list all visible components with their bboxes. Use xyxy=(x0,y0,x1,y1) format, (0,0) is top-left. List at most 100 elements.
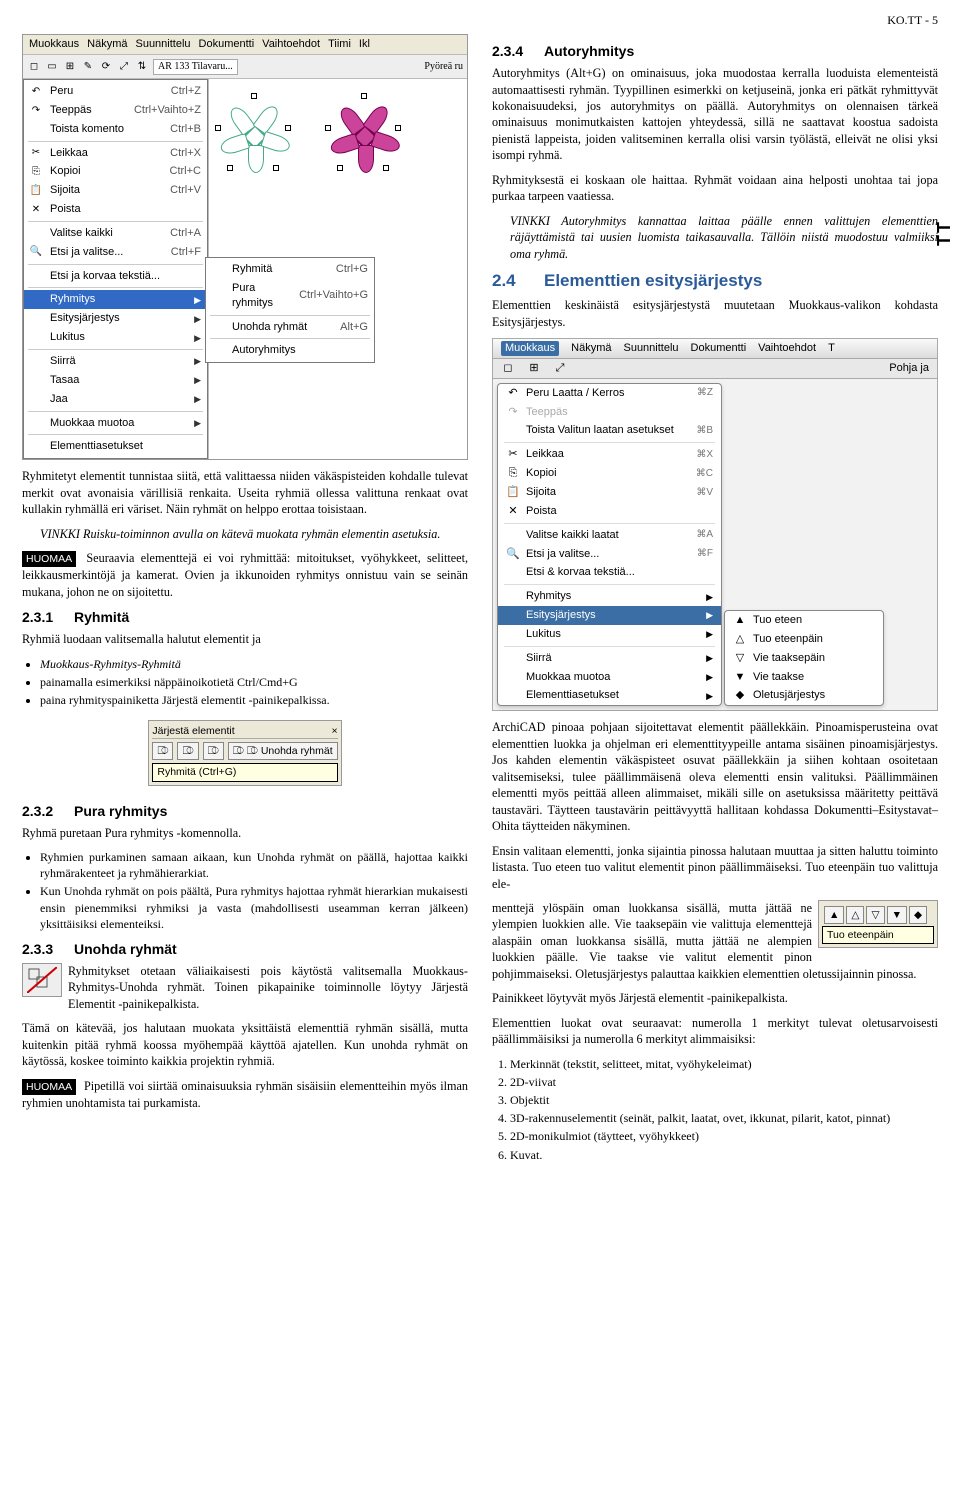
menubar-item[interactable]: Vaihtoehdot xyxy=(758,341,816,356)
menu-item[interactable]: Pura ryhmitysCtrl+Vaihto+G xyxy=(206,279,374,313)
menu-item[interactable]: Etsi & korvaa tekstiä... xyxy=(498,563,721,582)
menubar-item[interactable]: Tiimi xyxy=(328,37,351,52)
order-btn-back[interactable]: ▼ xyxy=(887,906,907,924)
menu-item[interactable]: ✂Leikkaa⌘X xyxy=(498,445,721,464)
order-btn-backward[interactable]: ▽ xyxy=(866,906,884,924)
figure-mac-menu: Muokkaus Näkymä Suunnittelu Dokumentti V… xyxy=(492,338,938,711)
menu-item[interactable]: Muokkaa muotoa▶ xyxy=(24,414,207,433)
menu-item[interactable]: 🔍Etsi ja valitse...⌘F xyxy=(498,545,721,564)
fig-order-palette: ▲ △ ▽ ▼ ◆ Tuo eteenpäin xyxy=(818,900,938,948)
menu-item[interactable]: ↷Teeppäs xyxy=(498,403,721,422)
menu-item[interactable]: ↶Peru Laatta / Kerros⌘Z xyxy=(498,384,721,403)
toolbar-chip[interactable]: AR 133 Tilavaru... xyxy=(153,59,238,75)
menu-item[interactable]: Siirrä▶ xyxy=(24,352,207,371)
menu-item[interactable]: ✕Poista xyxy=(498,502,721,521)
menu-item-icon xyxy=(210,320,226,334)
menu-item-label: Valitse kaikki xyxy=(50,226,164,241)
menu-item[interactable]: ✕Poista xyxy=(24,200,207,219)
menu-item[interactable]: Etsi ja korvaa tekstiä... xyxy=(24,267,207,286)
palette-btn[interactable]: ⎄ xyxy=(177,742,198,760)
menu-item[interactable]: Siirrä▶ xyxy=(498,649,721,668)
palette-btn[interactable]: ⎄ xyxy=(152,742,173,760)
toolbar-icon[interactable]: ◻ xyxy=(27,60,41,74)
toolbar-icon[interactable]: ✎ xyxy=(81,60,95,74)
toolbar-icon[interactable]: ⇅ xyxy=(135,60,149,74)
menu-item[interactable]: Tasaa▶ xyxy=(24,371,207,390)
toolbar-icon[interactable]: ⤢ xyxy=(553,361,567,376)
menubar-item[interactable]: T xyxy=(828,341,835,356)
toolbar-icon[interactable]: ⊞ xyxy=(527,361,541,376)
menubar-item[interactable]: Vaihtoehdot xyxy=(262,37,320,52)
menu-item[interactable]: Unohda ryhmätAlt+G xyxy=(206,318,374,337)
menubar-item[interactable]: Näkymä xyxy=(87,37,127,52)
menu-item[interactable]: ↷TeeppäsCtrl+Vaihto+Z xyxy=(24,101,207,120)
menu-item[interactable]: ⎘Kopioi⌘C xyxy=(498,464,721,483)
menubar-item[interactable]: Ikl xyxy=(359,37,370,52)
menu-separator xyxy=(210,315,370,316)
palette-btn[interactable]: ⎄ ⎄ Unohda ryhmät xyxy=(228,742,338,760)
submenu-item[interactable]: ▼Vie taakse xyxy=(725,668,883,687)
menu-item[interactable]: Elementtiasetukset xyxy=(24,437,207,456)
menu-item[interactable]: ⎘KopioiCtrl+C xyxy=(24,162,207,181)
submenu-item-icon: ▲ xyxy=(733,613,747,628)
menubar-item[interactable]: Suunnittelu xyxy=(623,341,678,356)
menu-item[interactable]: ✂LeikkaaCtrl+X xyxy=(24,144,207,163)
toolbar-icon[interactable]: ⊞ xyxy=(63,60,77,74)
list-item: 2D-monikulmiot (täytteet, vyöhykkeet) xyxy=(510,1128,938,1144)
order-btn-front[interactable]: ▲ xyxy=(824,906,844,924)
menu-separator xyxy=(504,523,715,524)
menubar-item[interactable]: Dokumentti xyxy=(691,341,747,356)
menu-item[interactable]: 🔍Etsi ja valitse...Ctrl+F xyxy=(24,243,207,262)
palette-btn[interactable]: ⎄ xyxy=(203,742,224,760)
menu-item-label: Tasaa xyxy=(50,373,182,388)
side-tab: TT xyxy=(932,220,956,246)
menu-item[interactable]: 📋Sijoita⌘V xyxy=(498,483,721,502)
order-btn-default[interactable]: ◆ xyxy=(909,906,927,924)
menu-item[interactable]: Ryhmitys▶ xyxy=(24,290,207,309)
submenu-item[interactable]: ▲Tuo eteen xyxy=(725,611,883,630)
toolbar-icon[interactable]: ⤢ xyxy=(117,60,131,74)
close-icon[interactable]: × xyxy=(331,724,337,738)
menu-item[interactable]: Ryhmitys ▶ xyxy=(498,587,721,606)
menu-item[interactable]: Toista komentoCtrl+B xyxy=(24,120,207,139)
menu-item[interactable]: Autoryhmitys xyxy=(206,341,374,360)
submenu-item[interactable]: △Tuo eteenpäin xyxy=(725,630,883,649)
submenu-item[interactable]: ▽Vie taaksepäin xyxy=(725,649,883,668)
menu-item[interactable]: Valitse kaikki laatat⌘A xyxy=(498,526,721,545)
menubar-item[interactable]: Suunnittelu xyxy=(135,37,190,52)
menubar-item[interactable]: Muokkaus xyxy=(501,341,559,356)
list-item: paina ryhmityspainiketta Järjestä elemen… xyxy=(40,692,468,708)
toolbar-icon[interactable]: ▭ xyxy=(45,60,59,74)
menu-item[interactable]: Lukitus▶ xyxy=(24,328,207,347)
toolbar-icon[interactable]: ⟳ xyxy=(99,60,113,74)
menu-item-label: Pura ryhmitys xyxy=(232,281,293,311)
menu-item[interactable]: 📋SijoitaCtrl+V xyxy=(24,181,207,200)
submenu-item[interactable]: ◆Oletusjärjestys xyxy=(725,686,883,705)
list-item: painamalla esimerkiksi näppäinoikotietä … xyxy=(40,674,468,690)
menu-item[interactable]: Toista Valitun laatan asetukset⌘B xyxy=(498,421,721,440)
menu-item-label: Siirrä xyxy=(50,354,182,369)
order-btn-forward[interactable]: △ xyxy=(846,906,864,924)
menubar-item[interactable]: Muokkaus xyxy=(29,37,79,52)
menu-item-label: Ryhmitys xyxy=(50,292,182,307)
menu-item[interactable]: Esitysjärjestys▶ xyxy=(498,606,721,625)
menu-item[interactable]: Esitysjärjestys▶ xyxy=(24,309,207,328)
menu-item-label: Etsi ja valitse... xyxy=(526,547,691,562)
menu-item[interactable]: ↶PeruCtrl+Z xyxy=(24,82,207,101)
menubar-item[interactable]: Dokumentti xyxy=(199,37,255,52)
menu-item[interactable]: Muokkaa muotoa▶ xyxy=(498,668,721,687)
para-order-1: Ensin valitaan elementti, jonka sijainti… xyxy=(492,843,938,892)
menubar-item[interactable]: Näkymä xyxy=(571,341,611,356)
menu-item-accel: Ctrl+V xyxy=(170,183,201,198)
menu-item[interactable]: RyhmitäCtrl+G xyxy=(206,260,374,279)
submenu-arrow-icon: ▶ xyxy=(706,591,713,603)
menu-item[interactable]: Valitse kaikkiCtrl+A xyxy=(24,224,207,243)
menu-item[interactable]: Jaa▶ xyxy=(24,390,207,409)
menu-item-label: Ryhmitys xyxy=(526,589,700,604)
menu-item[interactable]: Elementtiasetukset▶ xyxy=(498,686,721,705)
menu-separator xyxy=(28,434,203,435)
menu-item-label: Muokkaa muotoa xyxy=(50,416,182,431)
menu-item[interactable]: Lukitus▶ xyxy=(498,625,721,644)
win-submenu: RyhmitäCtrl+GPura ryhmitysCtrl+Vaihto+G U… xyxy=(205,257,375,363)
toolbar-icon[interactable]: ◻ xyxy=(501,361,515,376)
